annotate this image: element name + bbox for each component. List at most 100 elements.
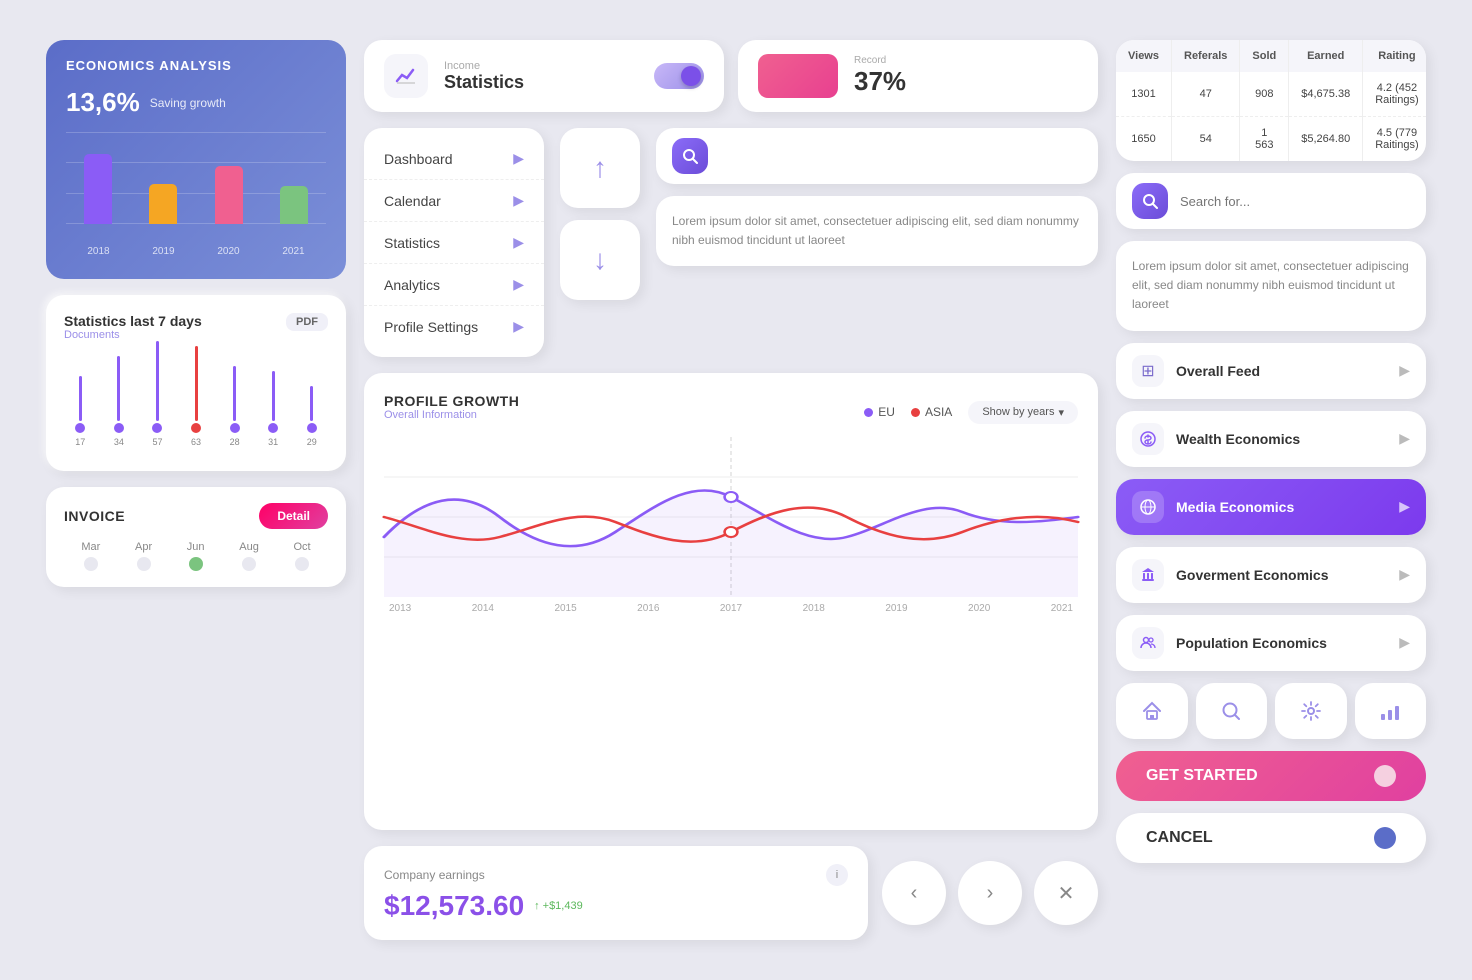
economics-card: ECONOMICS ANALYSIS 13,6% Saving growth (46, 40, 346, 279)
icon-buttons-row (1116, 683, 1426, 739)
nav-profile-arrow: ▶ (513, 318, 524, 335)
nav-calendar[interactable]: Calendar ▶ (364, 180, 544, 222)
feed-government-label: Goverment Economics (1176, 567, 1329, 583)
dot-mar[interactable] (84, 557, 98, 571)
dot-28 (230, 423, 240, 433)
growth-header: PROFILE GROWTH Overall Information EU AS… (384, 393, 1078, 431)
lorem-text: Lorem ipsum dolor sit amet, consectetuer… (672, 214, 1079, 247)
up-arrow-icon: ↑ (534, 900, 540, 912)
x-2013: 2013 (389, 603, 411, 614)
nav-close-button[interactable]: ✕ (1034, 861, 1098, 925)
x-2014: 2014 (472, 603, 494, 614)
nav-statistics-arrow: ▶ (513, 234, 524, 251)
feed-population-icon (1132, 627, 1164, 659)
nav-dots-row: ‹ › ✕ (882, 846, 1098, 940)
dot-63 (191, 423, 201, 433)
feed-government[interactable]: Goverment Economics ▶ (1116, 547, 1426, 603)
dot-57 (152, 423, 162, 433)
stem-29 (310, 386, 313, 421)
detail-button[interactable]: Detail (259, 503, 328, 529)
saving-percent: 13,6% (66, 87, 140, 118)
earnings-label: Company earnings (384, 868, 485, 882)
nav-next-button[interactable]: › (958, 861, 1022, 925)
stats-title: Statistics last 7 days (64, 313, 202, 329)
lollipop-chart: 17 34 57 63 (64, 357, 328, 447)
chevron-right-icon: › (987, 882, 994, 905)
x-2021: 2021 (1051, 603, 1073, 614)
get-started-label: GET STARTED (1146, 767, 1258, 785)
cancel-button[interactable]: CANCEL (1116, 813, 1426, 863)
nav-analytics-label: Analytics (384, 277, 440, 293)
feed-media-arrow: ▶ (1399, 498, 1410, 515)
pdf-badge[interactable]: PDF (286, 313, 328, 331)
table-row-2: 1650 54 1 563 $5,264.80 4.5 (779 Raiting… (1116, 117, 1426, 162)
feed-overall[interactable]: ⊞ Overall Feed ▶ (1116, 343, 1426, 399)
year-2021: 2021 (282, 246, 304, 257)
arrow-down-card[interactable]: ↓ (560, 220, 640, 300)
lollipop-63: 63 (180, 346, 213, 447)
record-percent: 37% (854, 66, 906, 97)
month-dots: Mar Apr Jun Aug Oct (64, 541, 328, 571)
nav-dashboard[interactable]: Dashboard ▶ (364, 138, 544, 180)
month-name-oct: Oct (294, 541, 311, 553)
right-search-input[interactable] (1180, 194, 1410, 209)
table-row-1: 1301 47 908 $4,675.38 4.2 (452 Raitings) (1116, 72, 1426, 117)
arrow-cards: ↑ ↓ (560, 128, 640, 357)
cell-referals-1: 47 (1172, 72, 1240, 117)
month-name-mar: Mar (81, 541, 100, 553)
search-button[interactable] (1196, 683, 1268, 739)
year-labels: 2018 2019 2020 2021 (66, 246, 326, 257)
cell-views-1: 1301 (1116, 72, 1172, 117)
growth-card: PROFILE GROWTH Overall Information EU AS… (364, 373, 1098, 830)
nav-prev-button[interactable]: ‹ (882, 861, 946, 925)
dot-oct[interactable] (295, 557, 309, 571)
feed-overall-icon: ⊞ (1132, 355, 1164, 387)
search-input[interactable] (720, 149, 1082, 164)
month-aug: Aug (239, 541, 259, 571)
x-2015: 2015 (554, 603, 576, 614)
right-lorem-card: Lorem ipsum dolor sit amet, consectetuer… (1116, 241, 1426, 331)
feed-population[interactable]: Population Economics ▶ (1116, 615, 1426, 671)
feed-overall-left: ⊞ Overall Feed (1132, 355, 1260, 387)
info-button[interactable]: i (826, 864, 848, 886)
num-63: 63 (191, 437, 201, 447)
invoice-title: INVOICE (64, 508, 125, 524)
nav-analytics[interactable]: Analytics ▶ (364, 264, 544, 306)
settings-button[interactable] (1275, 683, 1347, 739)
legend-asia-label: ASIA (925, 405, 952, 419)
month-mar: Mar (81, 541, 100, 571)
home-button[interactable] (1116, 683, 1188, 739)
nav-profile-label: Profile Settings (384, 319, 478, 335)
dot-apr[interactable] (137, 557, 151, 571)
x-2019: 2019 (885, 603, 907, 614)
analytics-button[interactable] (1355, 683, 1427, 739)
get-started-button[interactable]: GET STARTED (1116, 751, 1426, 801)
cell-views-2: 1650 (1116, 117, 1172, 162)
nav-dashboard-arrow: ▶ (513, 150, 524, 167)
stats-card: Statistics last 7 days Documents PDF 17 … (46, 295, 346, 471)
num-29: 29 (307, 437, 317, 447)
cell-referals-2: 54 (1172, 117, 1240, 162)
dot-jun[interactable] (189, 557, 203, 571)
search-lorem-col: Lorem ipsum dolor sit amet, consectetuer… (656, 128, 1098, 357)
col-views: Views (1116, 40, 1172, 72)
bar-col-2019 (136, 184, 192, 224)
nav-statistics[interactable]: Statistics ▶ (364, 222, 544, 264)
feed-government-icon (1132, 559, 1164, 591)
feed-wealth[interactable]: Wealth Economics ▶ (1116, 411, 1426, 467)
x-2018: 2018 (803, 603, 825, 614)
cell-earned-2: $5,264.80 (1289, 117, 1363, 162)
show-by-button[interactable]: Show by years ▾ (968, 401, 1078, 424)
month-name-jun: Jun (187, 541, 205, 553)
col-raiting: Raiting (1363, 40, 1426, 72)
stem-63 (195, 346, 198, 421)
lollipop-28: 28 (218, 366, 251, 447)
income-toggle[interactable] (654, 63, 704, 89)
cell-raiting-1: 4.2 (452 Raitings) (1363, 72, 1426, 117)
nav-profile[interactable]: Profile Settings ▶ (364, 306, 544, 347)
legend-eu-label: EU (878, 405, 895, 419)
feed-media[interactable]: Media Economics ▶ (1116, 479, 1426, 535)
arrow-up-card[interactable]: ↑ (560, 128, 640, 208)
year-2019: 2019 (152, 246, 174, 257)
dot-aug[interactable] (242, 557, 256, 571)
